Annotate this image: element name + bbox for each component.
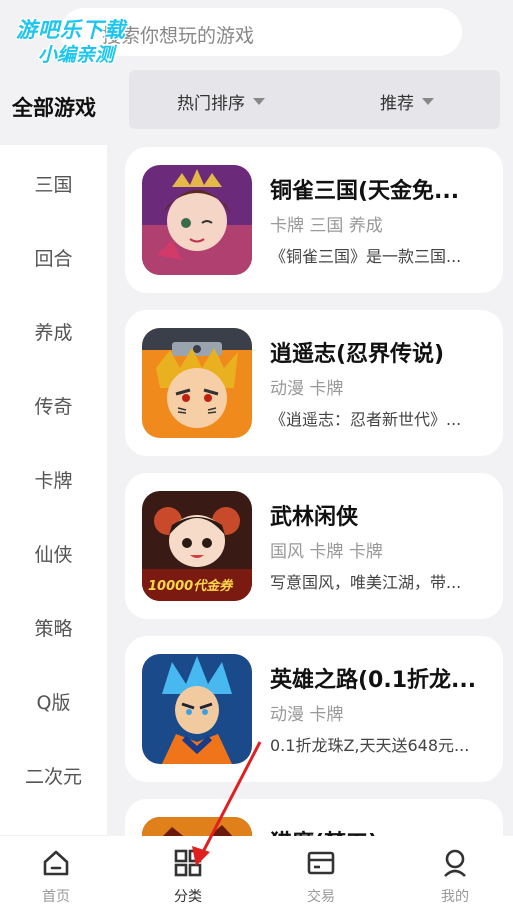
sidebar-item-yangcheng[interactable]: 养成	[0, 318, 107, 345]
sidebar-item-celue[interactable]: 策略	[0, 614, 107, 641]
game-title: 铜雀三国(天金免...	[270, 179, 460, 204]
game-icon-yingxiongzhilu	[142, 654, 252, 764]
tab-profile-label: 我的	[441, 889, 469, 905]
watermark-line2: 小编亲测	[38, 44, 115, 66]
sidebar-item-sanguo[interactable]: 三国	[0, 170, 107, 197]
category-header: 全部游戏	[12, 96, 96, 120]
wallet-icon	[307, 851, 335, 875]
recommend-dropdown[interactable]: 推荐	[380, 89, 434, 114]
category-grid-icon	[174, 849, 202, 877]
profile-icon	[444, 849, 466, 877]
tab-category[interactable]: 分类	[124, 836, 252, 910]
tab-trade-label: 交易	[307, 889, 335, 905]
tab-category-label: 分类	[174, 889, 202, 905]
bottom-tab-bar: 首页 分类 交易 我的	[0, 836, 513, 910]
game-description: 0.1折龙珠Z,天天送648元...	[270, 736, 470, 755]
game-card[interactable]: 逍遥志(忍界传说) 动漫 卡牌 《逍遥志：忍者新世代》...	[125, 310, 503, 456]
game-card[interactable]: 铜雀三国(天金免... 卡牌 三国 养成 《铜雀三国》是一款三国...	[125, 147, 503, 293]
game-description: 《逍遥志：忍者新世代》...	[270, 410, 462, 429]
game-icon-tongque	[142, 165, 252, 275]
game-tags: 动漫 卡牌	[270, 379, 344, 399]
recommend-label: 推荐	[380, 94, 414, 114]
game-card[interactable]: 10000代金券 武林闲侠 国风 卡牌 卡牌 写意国风，唯美江湖，带...	[125, 473, 503, 619]
game-icon-xiaoyaozhi	[142, 328, 252, 438]
game-title: 逍遥志(忍界传说)	[270, 342, 445, 367]
home-icon	[43, 850, 69, 876]
game-card[interactable]: 英雄之路(0.1折龙... 动漫 卡牌 0.1折龙珠Z,天天送648元...	[125, 636, 503, 782]
caret-down-icon	[422, 98, 434, 105]
game-tags: 国风 卡牌 卡牌	[270, 542, 383, 562]
category-sidebar: 三国 回合 养成 传奇 卡牌 仙侠 策略 Q版 二次元	[0, 145, 107, 835]
caret-down-icon	[253, 98, 265, 105]
tab-profile[interactable]: 我的	[391, 836, 513, 910]
tab-trade[interactable]: 交易	[257, 836, 385, 910]
sidebar-item-kapai[interactable]: 卡牌	[0, 466, 107, 493]
sort-hot-dropdown[interactable]: 热门排序	[177, 89, 265, 114]
game-description: 《铜雀三国》是一款三国...	[270, 247, 462, 266]
watermark: 游吧乐下载 小编亲测	[6, 10, 152, 66]
game-tags: 动漫 卡牌	[270, 705, 344, 725]
game-icon-wulinxianxia: 10000代金券	[142, 491, 252, 601]
game-title: 英雄之路(0.1折龙...	[270, 668, 477, 693]
tab-home-label: 首页	[42, 889, 70, 905]
sidebar-item-xianxia[interactable]: 仙侠	[0, 540, 107, 567]
tab-home[interactable]: 首页	[0, 836, 120, 910]
sidebar-item-huihe[interactable]: 回合	[0, 244, 107, 271]
game-description: 写意国风，唯美江湖，带...	[270, 573, 462, 592]
game-icon-badge: 10000代金券	[148, 579, 233, 594]
filter-bar: 热门排序 推荐	[129, 70, 500, 129]
sidebar-item-chuanqi[interactable]: 传奇	[0, 392, 107, 419]
game-title: 武林闲侠	[270, 505, 359, 530]
sidebar-item-qban[interactable]: Q版	[0, 688, 107, 715]
sort-hot-label: 热门排序	[177, 94, 245, 114]
game-tags: 卡牌 三国 养成	[270, 216, 383, 236]
sidebar-item-erciyuan[interactable]: 二次元	[0, 762, 107, 789]
